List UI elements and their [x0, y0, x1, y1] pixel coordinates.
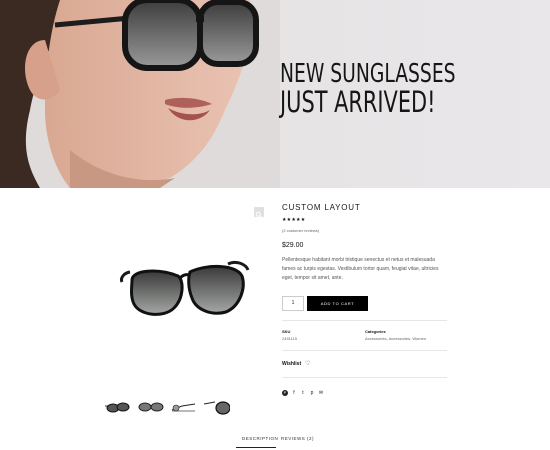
wishlist-label[interactable]: Wishlist — [282, 361, 301, 367]
magnify-icon[interactable] — [254, 207, 264, 219]
product-main-image[interactable] — [118, 258, 254, 320]
twitter-icon[interactable]: t — [300, 390, 306, 396]
thumbnail-4[interactable] — [203, 398, 230, 416]
facebook-icon[interactable]: f — [291, 390, 297, 396]
heart-icon[interactable]: ♡ — [305, 360, 310, 367]
active-tab-indicator — [236, 447, 276, 448]
hero-headline: NEW SUNGLASSES JUST ARRIVED! — [280, 59, 540, 119]
product-title: CUSTOM LAYOUT — [282, 203, 361, 212]
star-rating: ★★★★★ — [282, 217, 306, 223]
divider — [282, 350, 447, 351]
divider — [282, 320, 447, 321]
product-short-description: Pellentesque habitant morbi tristique se… — [282, 257, 439, 281]
pinterest-icon[interactable]: P — [282, 390, 288, 396]
product-tabs: DESCRIPTION REVIEWS (2) — [236, 436, 426, 450]
customer-reviews-link[interactable]: (2 customer reviews) — [282, 228, 319, 233]
email-icon[interactable]: ✉ — [318, 390, 324, 396]
add-to-cart-button[interactable]: ADD TO CART — [307, 296, 368, 311]
tab-description[interactable]: DESCRIPTION — [242, 436, 278, 441]
hero-model-photo — [0, 0, 280, 188]
divider — [282, 377, 447, 378]
sku-value: 2451115 — [282, 336, 297, 341]
product-thumbnails — [104, 398, 234, 418]
quantity-input[interactable]: 1 — [282, 296, 304, 311]
thumbnail-1[interactable] — [104, 398, 131, 416]
share-icons: P f t p ✉ — [282, 389, 324, 397]
tab-reviews[interactable]: REVIEWS (2) — [281, 436, 314, 441]
sku-label: SKU — [282, 329, 291, 334]
pinterest-p-icon[interactable]: p — [309, 390, 315, 396]
thumbnail-2[interactable] — [137, 398, 164, 416]
thumbnail-3[interactable] — [170, 398, 197, 416]
product-price: $29.00 — [282, 242, 304, 249]
hero-banner: NEW SUNGLASSES JUST ARRIVED! — [0, 0, 550, 188]
hero-headline-line2: JUST ARRIVED! — [280, 85, 436, 119]
categories-value[interactable]: Accessories, Accessories, Women — [365, 336, 426, 341]
categories-label: Categories — [365, 329, 386, 334]
hero-headline-line1: NEW SUNGLASSES — [280, 59, 456, 89]
